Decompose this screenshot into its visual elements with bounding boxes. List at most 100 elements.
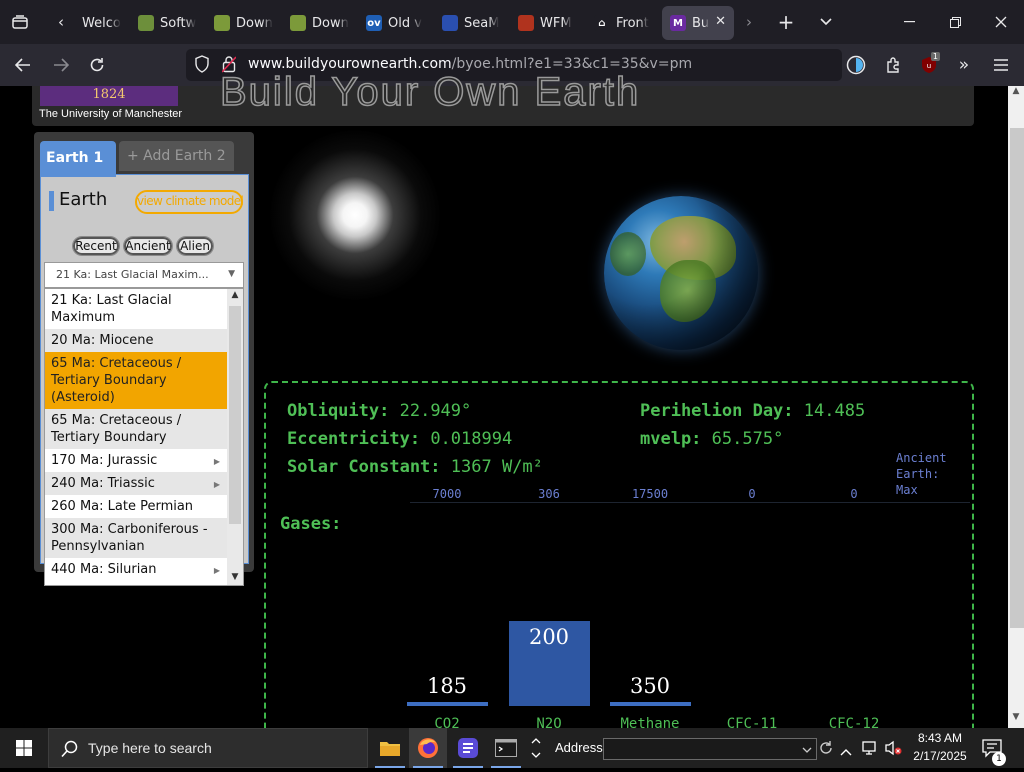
add-earth-tab-label: + Add Earth 2 [127, 148, 226, 164]
browser-tab[interactable]: ⌂ Front [586, 6, 660, 40]
earth-globe-image [604, 196, 758, 350]
browser-tab[interactable]: WFM [510, 6, 584, 40]
chevron-down-icon [531, 752, 541, 758]
download-icon [214, 15, 230, 31]
dropdown-option-text: 440 Ma: Silurian [51, 562, 157, 577]
file-explorer-icon[interactable] [371, 728, 409, 768]
show-hidden-icons-chevron[interactable] [840, 742, 852, 761]
page-scroll-down-icon[interactable]: ▼ [1008, 712, 1024, 726]
browser-tab[interactable]: SeaM [434, 6, 508, 40]
solar-constant-value[interactable]: 1367 W/m² [451, 457, 543, 477]
ancient-button[interactable]: Ancient [123, 236, 173, 256]
new-tab-icon[interactable]: + [772, 0, 800, 44]
more-tools-icon[interactable]: » [951, 44, 977, 86]
m-icon: M [670, 15, 686, 31]
dropdown-option-text: 65 Ma: Cretaceous / [51, 413, 182, 428]
dropdown-option-text: Maximum [51, 310, 116, 325]
dropdown-option-text: Pennsylvanian [51, 539, 145, 554]
stack-app-icon[interactable] [449, 728, 487, 768]
eccentricity-value[interactable]: 0.018994 [430, 429, 512, 449]
dropdown-option[interactable]: 65 Ma: Cretaceous / Tertiary Boundary [45, 409, 228, 449]
page-scroll-thumb[interactable] [1010, 128, 1024, 628]
forward-icon[interactable] [48, 44, 74, 86]
dropdown-option[interactable]: 260 Ma: Late Permian [45, 495, 228, 518]
ublock-icon[interactable]: u 1 [916, 44, 942, 86]
add-earth-tab[interactable]: + Add Earth 2 [119, 141, 234, 171]
clock-date[interactable]: 2/17/2025 [908, 749, 972, 763]
mvelp-param: mvelp: 65.575° [640, 429, 783, 449]
university-logo[interactable]: 1824 [40, 86, 178, 106]
dropdown-scroll-down-icon[interactable]: ▼ [228, 572, 242, 582]
dropdown-option-text: Tertiary Boundary [51, 373, 167, 388]
address-go-icon[interactable] [818, 740, 834, 760]
tab-earth-1[interactable]: Earth 1 [40, 141, 116, 177]
close-window-icon[interactable] [986, 0, 1016, 44]
dropdown-option-text: 300 Ma: Carboniferous - [51, 522, 208, 537]
eccentricity-param: Eccentricity: 0.018994 [287, 429, 512, 449]
browser-tab[interactable]: Softw [130, 6, 204, 40]
wfm-icon [518, 15, 534, 31]
address-toolbar-input[interactable] [603, 738, 817, 760]
list-all-tabs-icon[interactable] [812, 0, 840, 44]
volume-muted-icon[interactable] [884, 739, 902, 761]
tab-list-icon[interactable] [6, 0, 34, 44]
dropdown-option[interactable]: 21 Ka: Last Glacial Maximum [45, 289, 228, 329]
university-name: The University of Manchester [39, 108, 183, 120]
firefox-icon[interactable] [409, 728, 447, 768]
mvelp-value[interactable]: 65.575° [712, 429, 784, 449]
toolbar-scroll-arrows[interactable] [529, 728, 543, 768]
obliquity-value[interactable]: 22.949° [400, 401, 472, 421]
dropdown-option[interactable]: 65 Ma: Cretaceous / Tertiary Boundary (Ast… [45, 352, 228, 409]
dropdown-option[interactable]: 300 Ma: Carboniferous - Pennsylvanian [45, 518, 228, 558]
browser-tab[interactable]: M Bu ✕ [662, 6, 734, 40]
gas-max-value: 17500 [631, 487, 669, 501]
search-icon [61, 740, 79, 762]
tab-title: Old v [388, 15, 422, 31]
dropdown-option[interactable]: 170 Ma: Jurassic ▶ [45, 449, 228, 472]
perihelion-param: Perihelion Day: 14.485 [640, 401, 865, 421]
gas-max-value: 0 [748, 487, 756, 501]
minimize-window-icon[interactable] [894, 0, 924, 44]
perihelion-value[interactable]: 14.485 [804, 401, 865, 421]
network-icon[interactable] [862, 739, 880, 761]
browser-tab[interactable]: Down [282, 6, 356, 40]
dropdown-option-text: Tertiary Boundary [51, 430, 167, 445]
clock-time[interactable]: 8:43 AM [908, 731, 972, 745]
browser-tab[interactable]: ov Old v [358, 6, 432, 40]
reload-icon[interactable] [84, 44, 110, 86]
extensions-icon[interactable] [880, 44, 906, 86]
gas-bar[interactable] [407, 702, 488, 706]
tab-title: SeaM [464, 15, 500, 31]
app-menu-icon[interactable] [988, 44, 1014, 86]
dropdown-option[interactable]: 20 Ma: Miocene [45, 329, 228, 352]
building-icon: ⌂ [594, 15, 610, 31]
shield-icon[interactable] [194, 55, 210, 77]
back-icon[interactable] [10, 44, 36, 86]
download-icon [290, 15, 306, 31]
page-scroll-up-icon[interactable]: ▲ [1008, 86, 1024, 100]
dropdown-scroll-thumb[interactable] [229, 306, 241, 524]
browser-tab-bar: ‹ Welco Softw Down Down ov Old v SeaM WFM ⌂ Front… [0, 0, 1024, 44]
scroll-tabs-right-icon[interactable]: › [738, 0, 760, 44]
view-climate-model-button[interactable]: view climate model [135, 190, 244, 214]
notification-icon[interactable]: 1 [982, 738, 1006, 766]
dropdown-scroll-up-icon[interactable]: ▲ [228, 290, 242, 300]
terminal-icon[interactable] [487, 728, 525, 768]
dropdown-option-text: 240 Ma: Triassic [51, 476, 155, 491]
close-tab-icon[interactable]: ✕ [715, 14, 726, 29]
browser-tab[interactable]: Down [206, 6, 280, 40]
alien-button[interactable]: Alien [176, 236, 214, 256]
gas-bar[interactable] [610, 702, 691, 706]
preset-select-value: 21 Ka: Last Glacial Maxim... [56, 268, 209, 281]
chevron-down-icon[interactable] [802, 742, 812, 761]
gas-max-value: 7000 [432, 487, 462, 501]
restore-window-icon[interactable] [940, 0, 970, 44]
account-sync-icon[interactable] [843, 44, 869, 86]
gases-label: Gases: [280, 514, 342, 534]
dropdown-option[interactable]: 240 Ma: Triassic ▶ [45, 472, 228, 495]
recent-button[interactable]: Recent [72, 236, 120, 256]
scroll-tabs-left-icon[interactable]: ‹ [48, 0, 74, 44]
dropdown-option[interactable]: 440 Ma: Silurian ▶ [45, 558, 228, 581]
preset-select[interactable]: 21 Ka: Last Glacial Maxim... ▼ [44, 262, 244, 288]
start-button[interactable] [0, 728, 48, 768]
